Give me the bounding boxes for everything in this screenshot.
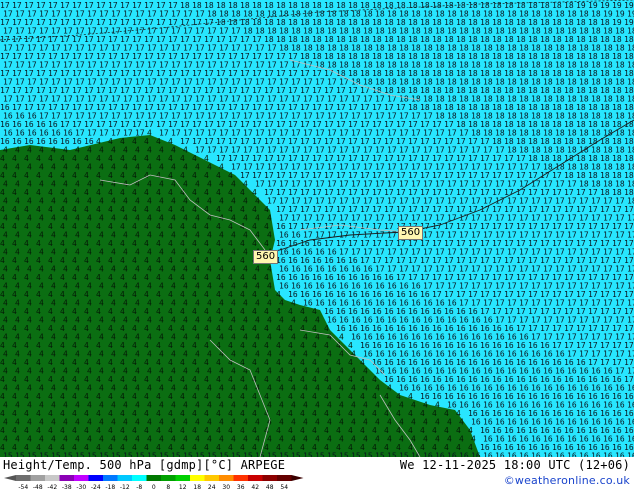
colorbar-segment <box>262 475 277 481</box>
colorbar-tick-label: 42 <box>251 484 259 490</box>
colorbar-segment <box>59 475 74 481</box>
colorbar-segment <box>161 475 176 481</box>
colorbar-segment <box>132 475 147 481</box>
forecast-datetime: We 12-11-2025 18:00 UTC (12+06) <box>399 458 630 472</box>
colorbar-tick-label: -48 <box>33 484 43 490</box>
colorbar-tick-label: 12 <box>179 484 187 490</box>
colorbar-segment <box>74 475 89 481</box>
colorbar-tick-label: 54 <box>280 484 288 490</box>
colorbar-tick-label: 0 <box>152 484 156 490</box>
colorbar-tick-label: -24 <box>91 484 101 490</box>
colorbar-tick-label: -30 <box>76 484 86 490</box>
weather-map: 17 17 17 17 17 17 17 17 17 17 17 17 17 17 17 18 18 18 18 18… <box>0 0 634 457</box>
colorbar-segment <box>30 475 45 481</box>
colorbar-tick-label: -8 <box>136 484 142 490</box>
colorbar-tick-label: -42 <box>47 484 57 490</box>
map-title: Height/Temp. 500 hPa [gdmp][°C] ARPEGE <box>3 458 286 472</box>
colorbar-segment <box>45 475 60 481</box>
colorbar-segment <box>175 475 190 481</box>
colorbar-tick-label: 36 <box>237 484 245 490</box>
colorbar-tick-label: 24 <box>208 484 216 490</box>
colorbar-segment <box>219 475 234 481</box>
colorbar-segment <box>103 475 118 481</box>
colorbar-segment <box>146 475 161 481</box>
colorbar-tick-label: -38 <box>62 484 72 490</box>
colorbar-tick-label: -54 <box>18 484 28 490</box>
colorbar-tick-label: 8 <box>166 484 170 490</box>
colorbar-tick-label: 18 <box>193 484 201 490</box>
source-credit[interactable]: ©weatheronline.co.uk <box>504 474 630 487</box>
colorbar-segment <box>117 475 132 481</box>
contour-label-560-west: 560 <box>253 250 279 264</box>
map-canvas: 17 17 17 17 17 17 17 17 17 17 17 17 17 17 17 18 18 18 18 18… <box>0 0 634 457</box>
colorbar-arrow-left <box>4 475 16 481</box>
colorbar-tick-label: -18 <box>105 484 115 490</box>
colorbar-tick-label: 48 <box>266 484 274 490</box>
colorbar-segment <box>88 475 103 481</box>
colorbar-segment <box>248 475 263 481</box>
colorbar-segment <box>190 475 205 481</box>
colorbar-segment <box>204 475 219 481</box>
temperature-colorbar: -54 -48 -42 -38 -30 -24 -18 -12 -8 0 8 12 18 24 30 36 42… <box>4 475 304 490</box>
contour-label-560-east: 560 <box>398 226 424 240</box>
colorbar-segment <box>277 475 292 481</box>
colorbar-segment <box>16 475 31 481</box>
colorbar-tick-label: 30 <box>222 484 230 490</box>
colorbar-segment <box>233 475 248 481</box>
colorbar-tick-label: -12 <box>120 484 130 490</box>
colorbar-arrow-right <box>291 475 304 481</box>
